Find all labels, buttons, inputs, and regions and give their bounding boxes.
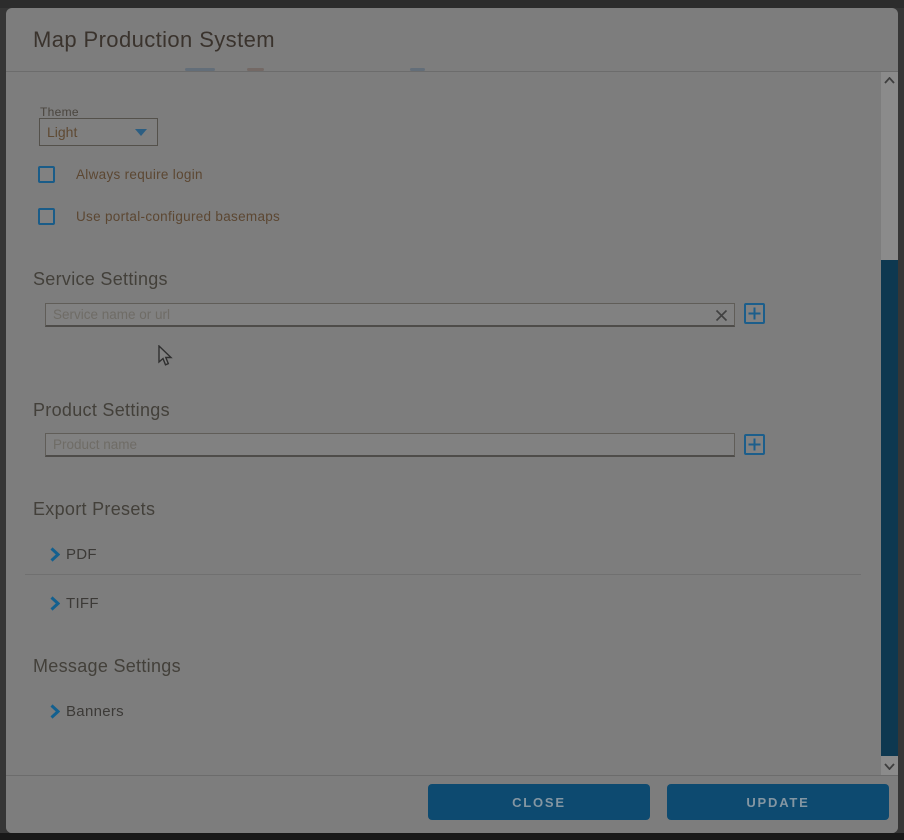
expander-label: PDF [66,546,97,563]
window-frame-top [0,0,904,8]
update-button[interactable]: UPDATE [667,784,889,820]
always-require-login-checkbox[interactable] [38,166,55,183]
scrollbar-down-button[interactable] [881,757,898,775]
expander-tiff[interactable]: TIFF [49,592,99,614]
window-frame-bottom [0,833,904,840]
expander-banners[interactable]: Banners [49,700,124,722]
checkbox-row-always-require-login[interactable]: Always require login [38,165,203,183]
product-name-input[interactable] [45,433,735,457]
export-presets-heading: Export Presets [33,499,155,520]
chevron-right-icon [49,547,60,562]
theme-select[interactable]: Light [39,118,158,146]
chevron-down-icon [884,763,895,770]
expander-pdf[interactable]: PDF [49,543,97,565]
plus-icon [748,307,761,320]
checkbox-row-portal-basemaps[interactable]: Use portal-configured basemaps [38,207,280,225]
plus-icon [748,438,761,451]
checkbox-label: Always require login [76,167,203,182]
service-name-input[interactable] [45,303,735,327]
scrollbar-thumb[interactable] [881,260,898,756]
clear-icon[interactable] [713,307,729,323]
add-product-button[interactable] [744,434,765,455]
portal-basemaps-checkbox[interactable] [38,208,55,225]
list-divider [25,574,861,575]
expander-label: Banners [66,703,124,720]
mouse-cursor [158,345,173,367]
chevron-right-icon [49,704,60,719]
theme-select-value: Light [40,124,135,140]
cutoff-scrolled-content [247,68,264,71]
chevron-down-icon [135,129,147,136]
expander-label: TIFF [66,595,99,612]
add-service-button[interactable] [744,303,765,324]
scrollbar-up-button[interactable] [881,72,898,89]
chevron-right-icon [49,596,60,611]
map-production-system-dialog: Map Production System Theme Light Always… [6,8,898,833]
message-settings-heading: Message Settings [33,656,181,677]
dialog-footer: CLOSE UPDATE [6,775,898,833]
dialog-header: Map Production System [6,8,898,71]
service-settings-heading: Service Settings [33,269,168,290]
chevron-up-icon [884,77,895,84]
close-button[interactable]: CLOSE [428,784,650,820]
cutoff-scrolled-content [185,68,215,71]
dialog-title: Map Production System [33,27,275,53]
header-divider [6,71,898,72]
cutoff-scrolled-content [410,68,425,71]
product-settings-heading: Product Settings [33,400,170,421]
theme-label: Theme [40,105,79,119]
vertical-scrollbar[interactable] [881,72,898,775]
checkbox-label: Use portal-configured basemaps [76,209,280,224]
